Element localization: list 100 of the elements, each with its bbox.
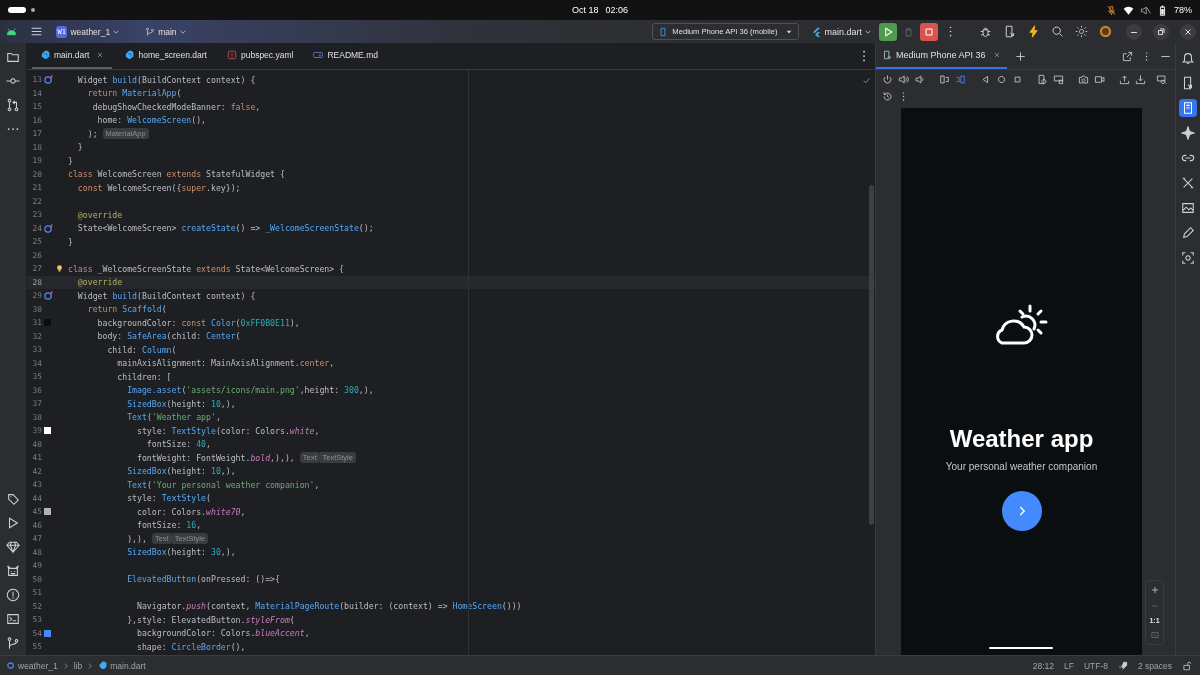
stop-button[interactable] [920, 22, 938, 41]
battery-icon[interactable] [1157, 4, 1168, 16]
device-icon[interactable] [1037, 73, 1048, 85]
color-swatch[interactable] [44, 427, 51, 435]
branch-dropdown[interactable]: main [155, 24, 190, 39]
line-separator[interactable]: LF [1063, 660, 1074, 671]
branch-icon [145, 26, 156, 37]
color-swatch[interactable] [44, 508, 51, 516]
workspace-dot[interactable] [31, 8, 35, 12]
code-text: Widget build(BuildContext context) { [76, 74, 256, 85]
folder-icon[interactable] [6, 50, 20, 64]
run-button[interactable] [879, 22, 897, 41]
avatar[interactable] [1099, 25, 1112, 38]
next-button[interactable] [1001, 491, 1042, 531]
breadcrumb-item[interactable]: main.dart [98, 660, 146, 671]
code-text: style: TextStyle(color: Colors.white, [136, 425, 320, 436]
run-icon[interactable] [6, 516, 20, 530]
search-icon[interactable] [1051, 25, 1064, 38]
home-icon[interactable] [996, 73, 1007, 85]
close-icon[interactable] [96, 51, 105, 59]
run-config-dropdown[interactable]: main.dart [809, 24, 875, 39]
robot-icon[interactable] [6, 564, 20, 578]
emulator-tab[interactable]: Medium Phone API 36 [876, 43, 1007, 69]
play-icon [882, 25, 894, 38]
file-encoding[interactable]: UTF-8 [1083, 660, 1108, 671]
rotate-left-icon[interactable] [939, 73, 950, 85]
volume-down-icon[interactable] [914, 73, 925, 85]
inspect-icon[interactable] [1156, 73, 1167, 85]
minimize-button[interactable] [1126, 23, 1142, 40]
unlock-icon[interactable] [1182, 660, 1192, 671]
gem-icon[interactable] [6, 540, 20, 554]
phone-screen[interactable]: Weather app Your personal weather companion [901, 108, 1142, 655]
restore-button[interactable] [1153, 23, 1169, 40]
scan-icon[interactable] [1181, 251, 1195, 265]
wifi-icon[interactable] [1123, 4, 1134, 16]
android-icon[interactable] [5, 25, 18, 38]
override-icon[interactable] [44, 291, 53, 301]
camera-icon[interactable] [1078, 73, 1089, 85]
code-text: style: TextStyle( [126, 493, 211, 504]
add-icon[interactable] [1014, 50, 1026, 62]
download-icon[interactable] [1135, 73, 1146, 85]
override-icon[interactable] [44, 223, 53, 233]
code-text: debugShowCheckedModeBanner: false, [91, 101, 261, 112]
editor-tab[interactable]: home_screen.dart [116, 43, 215, 69]
phone-icon [658, 26, 669, 37]
lightbulb-icon[interactable] [56, 264, 63, 274]
bell-icon[interactable] [1181, 51, 1195, 65]
back-icon[interactable] [980, 73, 991, 85]
picture-icon[interactable] [1181, 201, 1195, 215]
code-text: Navigator.push(context, MaterialPageRoute(builder: (context) => HomeScreen())) [136, 601, 522, 612]
pencil-icon[interactable] [1181, 226, 1195, 240]
breadcrumb-item[interactable]: weather_1 [6, 660, 58, 671]
menu-icon[interactable] [30, 25, 43, 38]
color-swatch[interactable] [44, 629, 51, 637]
code-text: SizedBox(height: 30,), [126, 547, 236, 558]
code-text: backgroundColor: Colors.blueAccent, [136, 628, 310, 639]
dart-file-icon [40, 50, 50, 60]
dart-file-icon [124, 50, 135, 60]
lightning-icon[interactable] [1027, 25, 1040, 38]
terminal-icon[interactable] [6, 612, 20, 626]
editor-tab[interactable]: main.dart [32, 43, 113, 69]
branch-icon[interactable] [6, 636, 20, 650]
settings-icon[interactable] [1075, 25, 1088, 38]
clock-text: 02:06 [605, 5, 628, 15]
stop-icon [923, 25, 935, 38]
editor-tab[interactable]: README.md [305, 43, 386, 69]
warning-icon[interactable] [6, 588, 20, 602]
pull-request-icon[interactable] [6, 98, 20, 112]
bug-icon[interactable] [979, 25, 992, 38]
rotate-right-icon[interactable] [955, 73, 966, 85]
upload-icon[interactable] [1119, 73, 1130, 85]
code-text: ),), [126, 533, 147, 544]
power-icon[interactable] [882, 73, 893, 85]
activities-indicator[interactable] [8, 7, 26, 13]
video-icon[interactable] [1094, 73, 1105, 85]
running-devices-icon[interactable] [1181, 101, 1195, 115]
code-text: children: [ [116, 371, 172, 382]
volume-up-icon[interactable] [898, 73, 909, 85]
volume-muted-icon[interactable] [1140, 4, 1151, 16]
editor-tab[interactable]: pubspec.yaml [218, 43, 302, 69]
device-mirror-icon[interactable] [1003, 25, 1016, 38]
breadcrumb-item[interactable]: lib [73, 660, 83, 671]
close-button[interactable] [1180, 23, 1196, 40]
scrollbar[interactable] [869, 185, 874, 525]
tag-icon[interactable] [6, 492, 20, 506]
indent-setting[interactable]: 2 spaces [1137, 660, 1172, 671]
history-icon[interactable] [882, 90, 893, 102]
display-icon[interactable] [1053, 73, 1064, 85]
overview-icon[interactable] [1012, 73, 1023, 85]
device-mirror-icon[interactable] [1181, 76, 1195, 90]
cursor-position[interactable]: 28:12 [1032, 660, 1054, 671]
override-icon[interactable] [44, 75, 53, 85]
project-dropdown[interactable]: weather_1 [67, 24, 124, 39]
sparkle-icon[interactable] [1181, 126, 1195, 140]
mic-muted-icon[interactable] [1106, 4, 1117, 16]
open-external-icon[interactable] [1122, 50, 1133, 62]
close-icon[interactable] [992, 51, 1001, 59]
code-text: SizedBox(height: 10,), [126, 466, 236, 477]
code-text: fontWeight: FontWeight.bold,),), [136, 452, 295, 463]
zoom-in-icon[interactable] [1149, 585, 1160, 595]
